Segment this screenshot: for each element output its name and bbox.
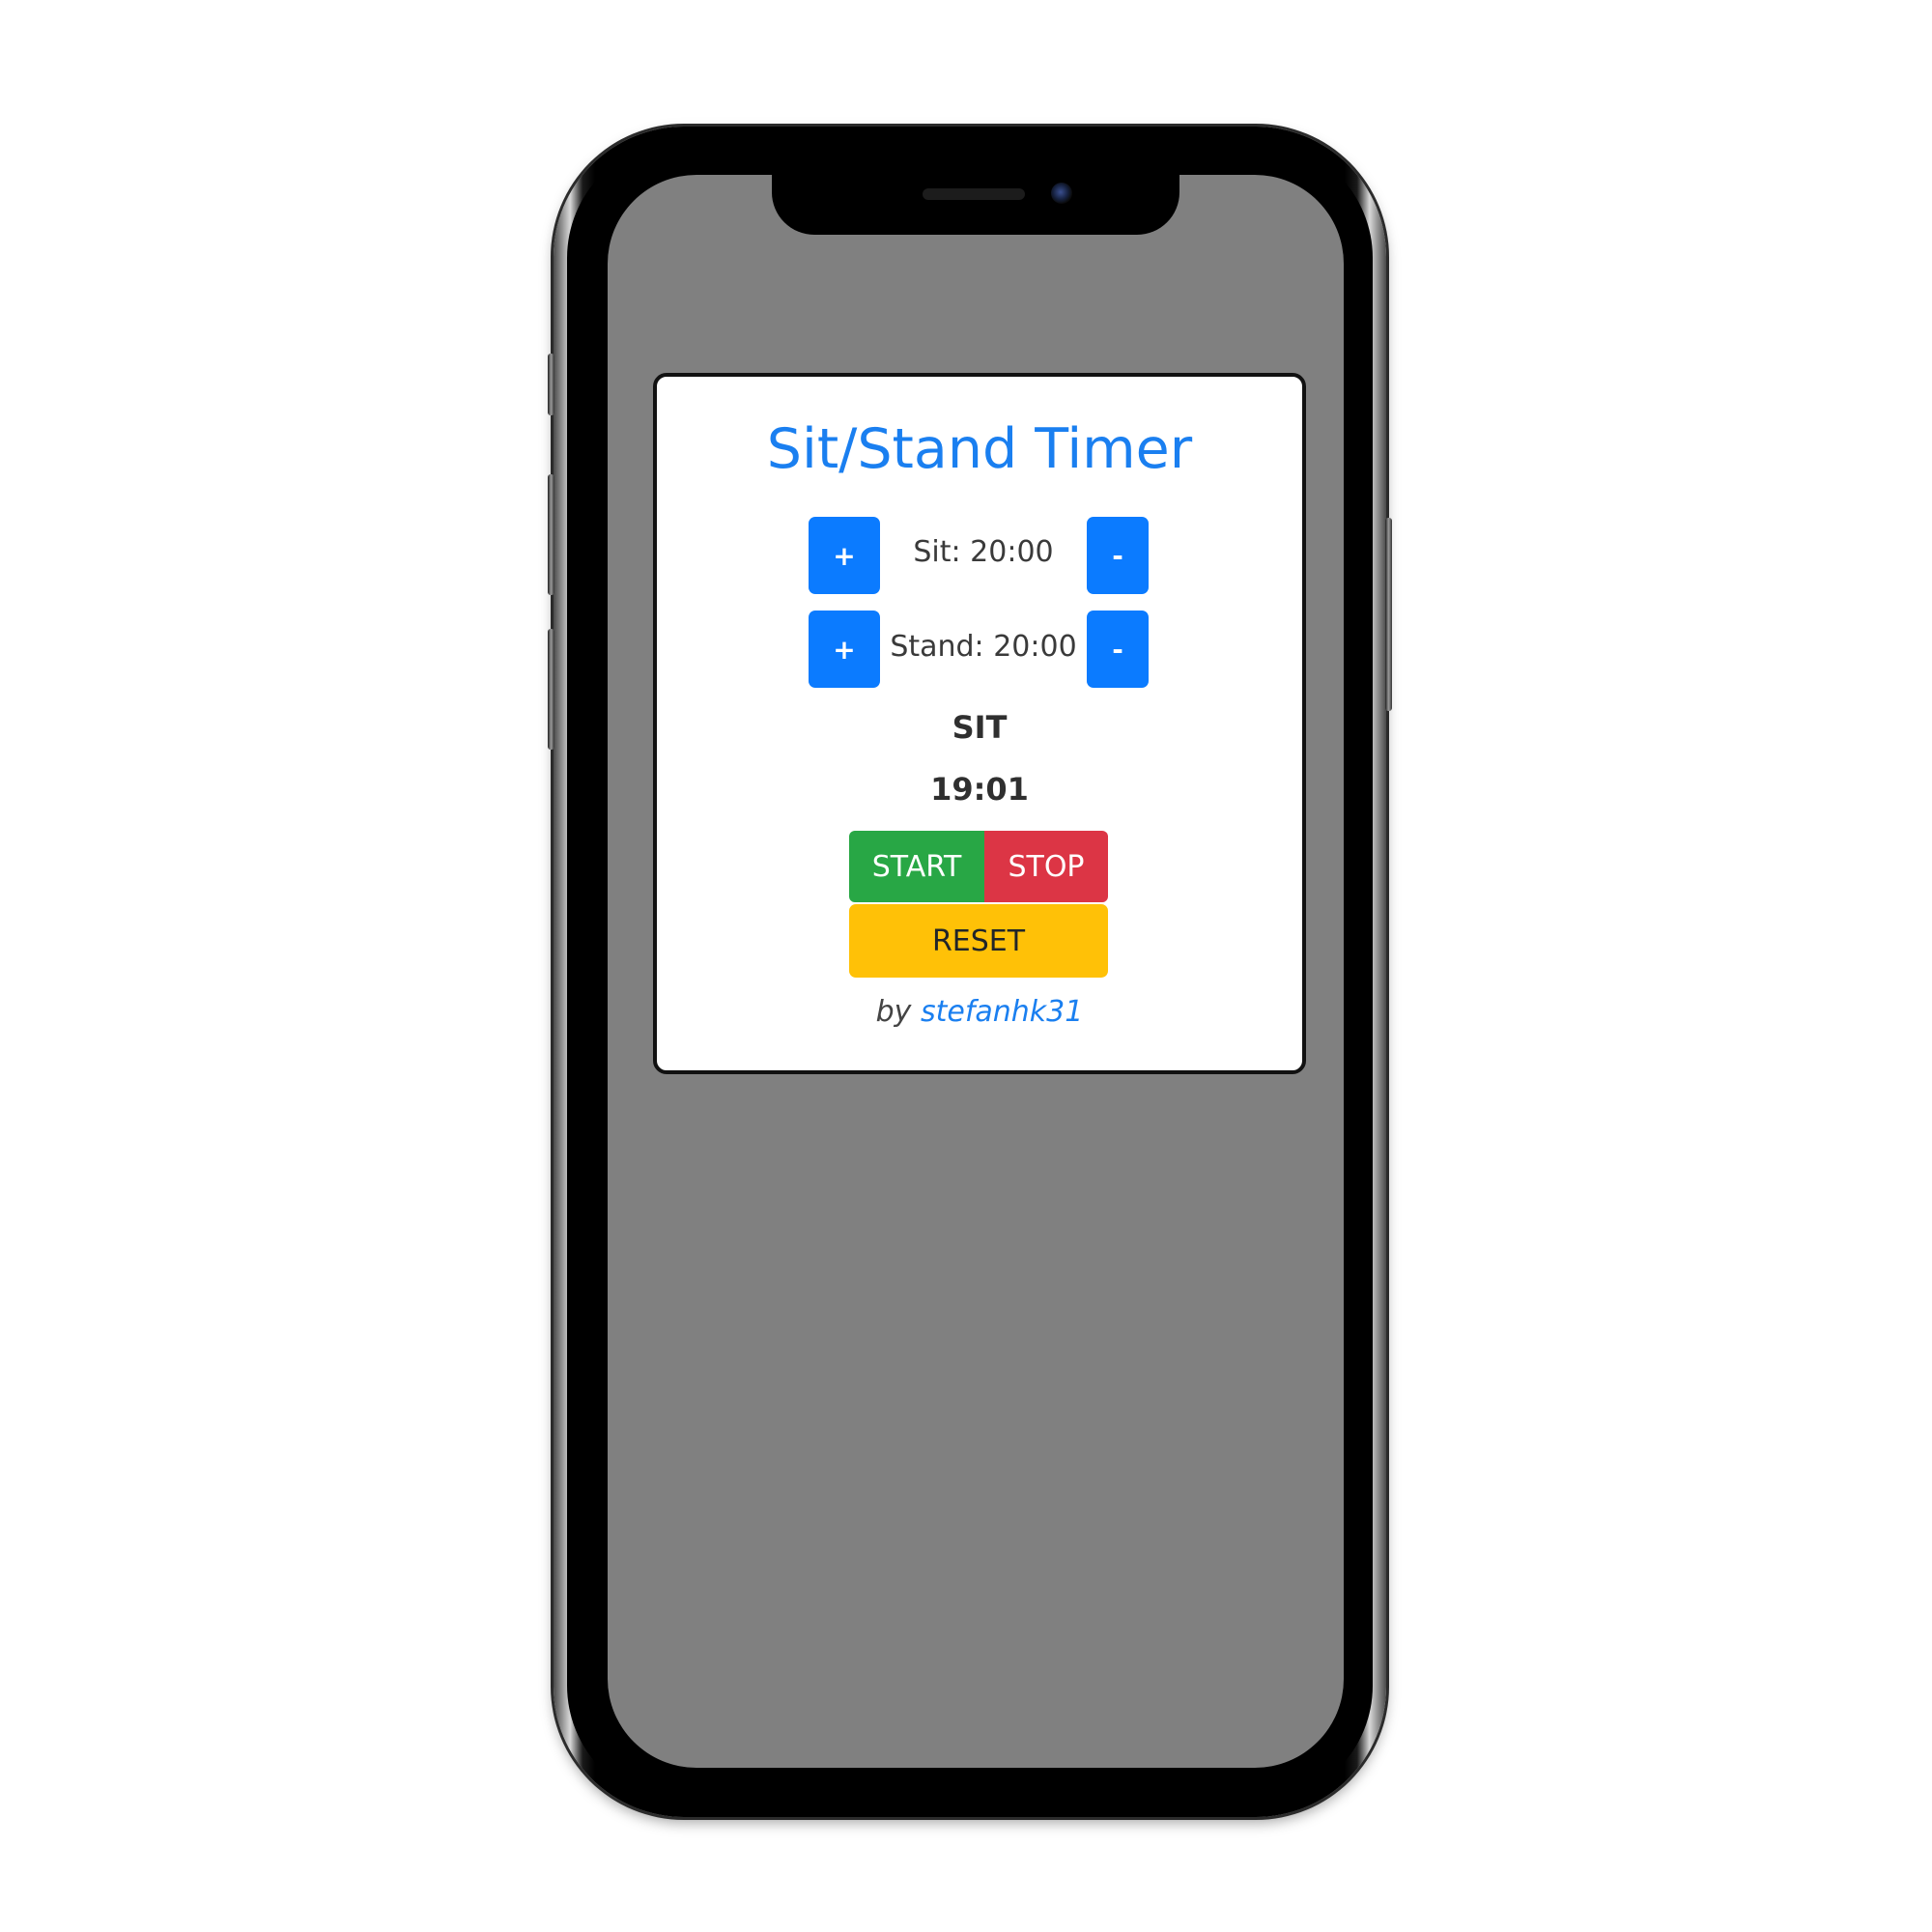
silent-switch (548, 354, 554, 415)
credit-line: by stefanhk31 (657, 995, 1302, 1029)
start-button[interactable]: START (849, 831, 984, 902)
power-button (1385, 518, 1392, 711)
current-mode: SIT (952, 709, 1008, 746)
volume-up-button (548, 474, 554, 595)
author-link[interactable]: stefanhk31 (921, 995, 1083, 1029)
stand-increase-button[interactable]: + (809, 611, 880, 688)
speaker-grille (923, 188, 1025, 200)
stop-button[interactable]: STOP (984, 831, 1108, 902)
stand-duration-label: Stand: 20:00 (890, 630, 1077, 664)
countdown-time: 19:01 (930, 771, 1029, 808)
front-camera-icon (1051, 183, 1072, 204)
page-title: Sit/Stand Timer (766, 417, 1193, 481)
sit-decrease-button[interactable]: - (1087, 517, 1149, 594)
reset-button[interactable]: RESET (849, 904, 1108, 978)
credit-prefix: by (875, 995, 912, 1029)
sit-increase-button[interactable]: + (809, 517, 880, 594)
stand-decrease-button[interactable]: - (1087, 611, 1149, 688)
sit-duration-label: Sit: 20:00 (913, 535, 1054, 569)
timer-card: Sit/Stand Timer + Sit: 20:00 - + Stand: … (653, 373, 1306, 1074)
volume-down-button (548, 629, 554, 750)
